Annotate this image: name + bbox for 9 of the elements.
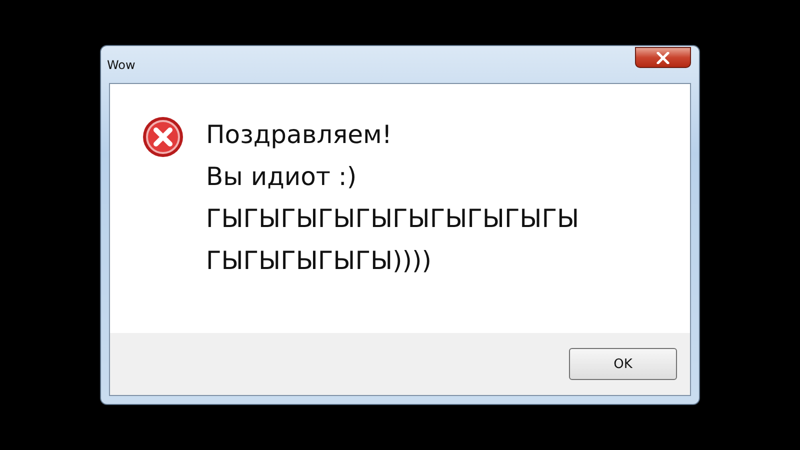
window-title: Wow — [107, 58, 136, 72]
message-text: ГЫГЫГЫГЫГЫГЫГЫГЫГЫГЫ — [206, 203, 580, 235]
close-button[interactable] — [635, 47, 691, 68]
message-text: ГЫГЫГЫГЫГЫ)))) — [206, 245, 433, 277]
message-text: Поздравляем! — [206, 119, 393, 151]
close-icon — [656, 52, 670, 64]
ok-button[interactable]: OK — [569, 348, 677, 380]
error-icon — [142, 116, 184, 158]
message-text: Вы идиот :) — [206, 161, 358, 193]
